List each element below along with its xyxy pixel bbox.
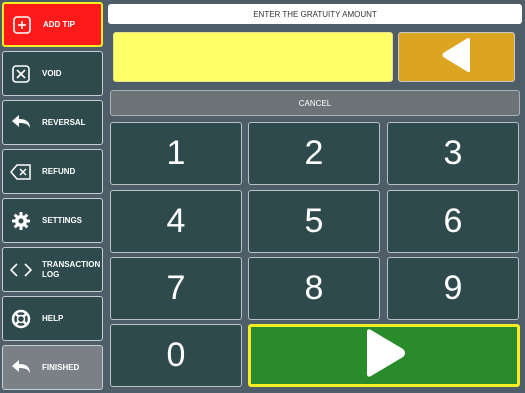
reversal-label: REVERSAL [42,117,86,127]
transaction-log-button[interactable]: TRANSACTION LOG [2,247,103,292]
transaction-log-label: TRANSACTION LOG [42,259,101,279]
x-square-icon [6,64,36,84]
cancel-button[interactable]: CANCEL [110,90,520,116]
gratuity-amount-display [113,32,393,82]
keypad-2[interactable]: 2 [248,122,380,185]
finished-button[interactable]: FINISHED [2,345,103,390]
void-label: VOID [42,68,62,78]
keypad-9[interactable]: 9 [387,257,519,320]
code-brackets-icon [6,262,36,278]
keypad-1[interactable]: 1 [110,122,242,185]
plus-square-icon [7,15,37,35]
backspace-button[interactable] [398,32,515,82]
keypad-8[interactable]: 8 [248,257,380,320]
enter-button[interactable] [248,324,520,387]
backspace-icon [6,163,36,180]
undo-arrow-icon [6,114,36,132]
page-title: ENTER THE GRATUITY AMOUNT [108,4,522,24]
help-button[interactable]: HELP [2,296,103,341]
keypad-4[interactable]: 4 [110,190,242,253]
gear-icon [6,211,36,231]
undo-arrow-icon [6,359,36,377]
add-tip-button[interactable]: ADD TIP [2,2,103,47]
settings-button[interactable]: SETTINGS [2,198,103,243]
void-button[interactable]: VOID [2,51,103,96]
lifebuoy-icon [6,309,36,329]
keypad-6[interactable]: 6 [387,190,519,253]
keypad-5[interactable]: 5 [248,190,380,253]
refund-button[interactable]: REFUND [2,149,103,194]
settings-label: SETTINGS [42,215,83,225]
refund-label: REFUND [42,166,76,176]
play-arrow-icon [361,328,407,383]
triangle-left-icon [440,37,474,78]
help-label: HELP [42,313,64,323]
keypad-7[interactable]: 7 [110,257,242,320]
reversal-button[interactable]: REVERSAL [2,100,103,145]
finished-label: FINISHED [42,362,80,372]
add-tip-label: ADD TIP [43,19,75,29]
keypad-0[interactable]: 0 [110,324,242,387]
keypad-3[interactable]: 3 [387,122,519,185]
